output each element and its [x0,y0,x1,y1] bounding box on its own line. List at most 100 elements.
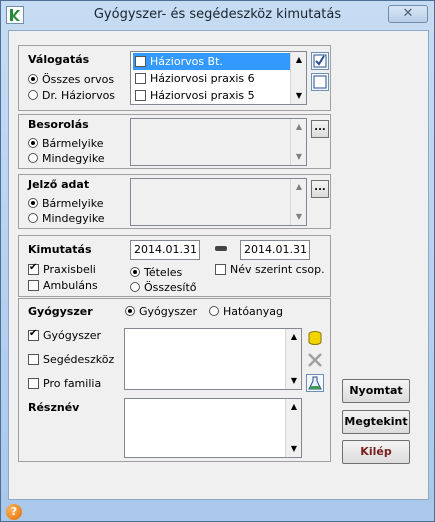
check-label: Ambuláns [43,279,98,292]
checkbox-icon [28,280,39,291]
kimutatas-label: Kimutatás [28,243,92,256]
scroll-up-icon[interactable]: ▲ [291,52,307,68]
uncheck-all-icon[interactable] [311,73,329,91]
jelzo-browse-button[interactable]: ... [311,180,329,198]
besorolas-group: Besorolás Bármelyike Mindegyike ▲ ▼ ... [18,114,331,169]
radio-hatoanyag[interactable]: Hatóanyag [209,305,283,318]
besorolas-browse-button[interactable]: ... [311,120,329,138]
radio-label: Bármelyike [42,137,104,150]
radio-besorolas-mindegyike[interactable]: Mindegyike [28,152,105,165]
scroll-down-icon[interactable]: ▼ [291,149,307,165]
radio-dot-icon [28,198,38,208]
database-icon[interactable] [306,329,324,347]
megtekint-button[interactable]: Megtekint [342,410,410,434]
radio-dot-icon [28,74,38,84]
valogatas-label: Válogatás [28,53,90,66]
delete-icon[interactable] [306,351,324,369]
besorolas-list[interactable]: ▲ ▼ [130,118,307,166]
window-title: Gyógyszer- és segédeszköz kimutatás [93,7,342,22]
scrollbar[interactable]: ▲ ▼ [290,179,306,225]
check-ambulans[interactable]: Ambuláns [28,279,98,292]
scroll-down-icon[interactable]: ▼ [291,209,307,225]
radio-label: Tételes [144,266,183,279]
title-bar: Gyógyszer- és segédeszköz kimutatás ✕ [1,1,434,29]
gyogyszer-list[interactable]: ▲ ▼ [124,328,302,390]
date-from-field[interactable]: 2014.01.31 [130,240,200,260]
checkbox-icon[interactable] [135,73,146,84]
jelzo-list[interactable]: ▲ ▼ [130,178,307,226]
close-button[interactable]: ✕ [388,5,428,23]
list-item[interactable]: Háziorvosi praxis 5 [133,87,290,104]
radio-dot-icon [130,267,140,277]
radio-label: Dr. Háziorvos [42,89,116,102]
radio-label: Hatóanyag [223,305,284,318]
jelzo-label: Jelző adat [28,178,90,191]
radio-label: Mindegyike [42,152,105,165]
scroll-down-icon[interactable]: ▼ [291,88,307,104]
radio-label: Mindegyike [42,212,105,225]
scroll-up-icon[interactable]: ▲ [291,119,307,135]
checkbox-icon [28,378,39,389]
checkbox-icon[interactable] [135,54,146,71]
radio-dot-icon [28,153,38,163]
radio-jelzo-barmelyike[interactable]: Bármelyike [28,197,103,210]
check-nev-szerint[interactable]: Név szerint csop. [215,263,325,276]
radio-gyogyszer[interactable]: Gyógyszer [125,305,197,318]
scrollbar[interactable]: ▲ ▼ [285,399,301,457]
jelzo-group: Jelző adat Bármelyike Mindegyike ▲ ▼ ... [18,174,331,229]
radio-dot-icon [28,213,38,223]
nyomtat-button[interactable]: Nyomtat [342,379,410,403]
check-praxisbeli[interactable]: Praxisbeli [28,262,96,276]
radio-teteles[interactable]: Tételes [130,266,182,279]
check-label: Praxisbeli [43,263,96,276]
radio-dot-icon [28,90,38,100]
list-item-label: Háziorvosi praxis 6 [150,72,255,85]
reszne-field[interactable]: ▲ ▼ [124,398,302,458]
checkbox-icon [28,262,39,275]
status-bar: ? [1,501,434,521]
scroll-up-icon[interactable]: ▲ [291,179,307,195]
scroll-up-icon[interactable]: ▲ [286,399,302,415]
scroll-down-icon[interactable]: ▼ [286,441,302,457]
gyogyszer-label: Gyógyszer [28,305,93,318]
list-item[interactable]: Háziorvos Bt. [133,53,290,71]
list-item-label: Háziorvos Bt. [150,55,223,68]
besorolas-label: Besorolás [28,118,89,131]
radio-osszes-orvos[interactable]: Összes orvos [28,73,114,86]
radio-besorolas-barmelyike[interactable]: Bármelyike [28,137,103,150]
radio-label: Összes orvos [42,73,115,86]
check-label: Gyógyszer [43,329,102,342]
date-to-field[interactable]: 2014.01.31 [240,240,310,260]
check-segedeszkoz[interactable]: Segédeszköz [28,353,114,366]
radio-dr-haziorvos[interactable]: Dr. Háziorvos [28,89,115,102]
list-item[interactable]: Háziorvosi praxis 6 [133,70,290,87]
scrollbar[interactable]: ▲ ▼ [290,52,306,104]
valogatas-group: Válogatás Összes orvos Dr. Háziorvos Ház… [18,45,331,111]
kilep-button[interactable]: Kilép [342,440,410,464]
radio-label: Bármelyike [42,197,104,210]
scroll-down-icon[interactable]: ▼ [286,373,302,389]
checkbox-icon[interactable] [135,90,146,101]
check-pro-familia[interactable]: Pro familia [28,377,101,390]
radio-jelzo-mindegyike[interactable]: Mindegyike [28,212,105,225]
radio-label: Összesítő [144,281,197,294]
flask-icon[interactable] [306,374,324,392]
scrollbar[interactable]: ▲ ▼ [285,329,301,389]
check-all-icon[interactable] [311,52,329,70]
radio-osszesito[interactable]: Összesítő [130,281,197,294]
doctor-list[interactable]: Háziorvos Bt. Háziorvosi praxis 6 Házior… [130,51,307,105]
check-gyogyszer[interactable]: Gyógyszer [28,328,102,342]
scroll-up-icon[interactable]: ▲ [286,329,302,345]
date-range-separator [215,246,227,251]
scrollbar[interactable]: ▲ ▼ [290,119,306,165]
check-label: Név szerint csop. [230,263,325,276]
check-label: Pro familia [43,377,102,390]
reszne-label: Résznév [28,401,80,414]
checkbox-icon [28,354,39,365]
radio-dot-icon [130,282,140,292]
kimutatas-group: Kimutatás 2014.01.31 2014.01.31 Praxisbe… [18,235,331,297]
radio-dot-icon [28,138,38,148]
help-icon[interactable]: ? [6,504,22,520]
gyogyszer-group: Gyógyszer Gyógyszer Hatóanyag Gyógyszer … [18,298,331,462]
radio-label: Gyógyszer [139,305,198,318]
